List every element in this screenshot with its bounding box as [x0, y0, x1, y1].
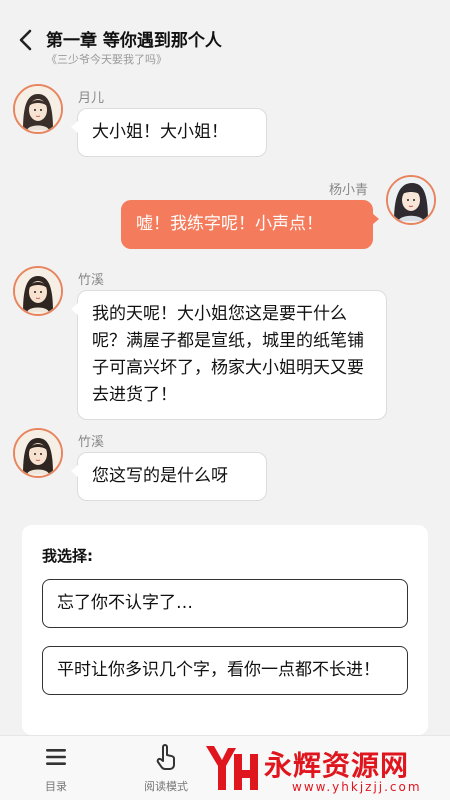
choice-panel: 我选择: 忘了你不认字了… 平时让你多识几个字，看你一点都不长进！ [22, 525, 428, 735]
hand-pointer-icon [156, 744, 175, 770]
message-text: 我的天呢！大小姐您这是要干什么呢？满屋子都是宣纸，城里的纸笔铺子可高兴坏了，杨家… [92, 304, 364, 405]
avatar-yangxiaoqing[interactable] [386, 175, 436, 225]
watermark-logo-icon [206, 746, 258, 790]
nav-label: 阅读模式 [144, 780, 188, 793]
message-bubble-self: 嘘！我练字呢！小声点！ [121, 200, 379, 249]
back-button[interactable] [12, 26, 40, 54]
choice-option-2[interactable]: 平时让你多识几个字，看你一点都不长进！ [42, 646, 408, 695]
message-text: 大小姐！大小姐！ [92, 122, 228, 142]
book-title: 《三少爷今天娶我了吗》 [46, 53, 167, 66]
nav-label: 目录 [45, 780, 67, 793]
watermark-url: www.yhkjzjj.com [292, 780, 422, 794]
choice-option-1[interactable]: 忘了你不认字了… [42, 579, 408, 628]
nav-reading-mode[interactable]: 阅读模式 [131, 742, 201, 794]
nav-catalog[interactable]: 目录 [21, 742, 91, 794]
message-text: 您这写的是什么呀 [92, 466, 228, 486]
message-bubble: 您这写的是什么呀 [71, 452, 267, 501]
girl-portrait-icon [15, 430, 61, 476]
message-bubble: 大小姐！大小姐！ [71, 108, 267, 157]
girl-portrait-icon [15, 86, 61, 132]
menu-icon [46, 749, 66, 765]
choice-heading: 我选择: [42, 547, 93, 565]
avatar-zhuxi[interactable] [13, 428, 63, 478]
speaker-name: 竹溪 [78, 435, 105, 450]
avatar-yueer[interactable] [13, 84, 63, 134]
speaker-name: 月儿 [78, 91, 105, 106]
message-bubble: 我的天呢！大小姐您这是要干什么呢？满屋子都是宣纸，城里的纸笔铺子可高兴坏了，杨家… [71, 290, 387, 420]
header: 第一章 等你遇到那个人 《三少爷今天娶我了吗》 [0, 0, 450, 72]
avatar-zhuxi[interactable] [13, 266, 63, 316]
girl-portrait-icon [388, 177, 434, 223]
girl-portrait-icon [15, 268, 61, 314]
watermark-text: 永辉资源网 [264, 749, 410, 782]
watermark: 永辉资源网 www.yhkjzjj.com [200, 738, 450, 798]
speaker-name: 杨小青 [329, 183, 369, 198]
chapter-title: 第一章 等你遇到那个人 [46, 31, 222, 51]
message-text: 嘘！我练字呢！小声点！ [136, 214, 323, 234]
speaker-name: 竹溪 [78, 273, 105, 288]
chevron-left-icon [19, 29, 32, 51]
